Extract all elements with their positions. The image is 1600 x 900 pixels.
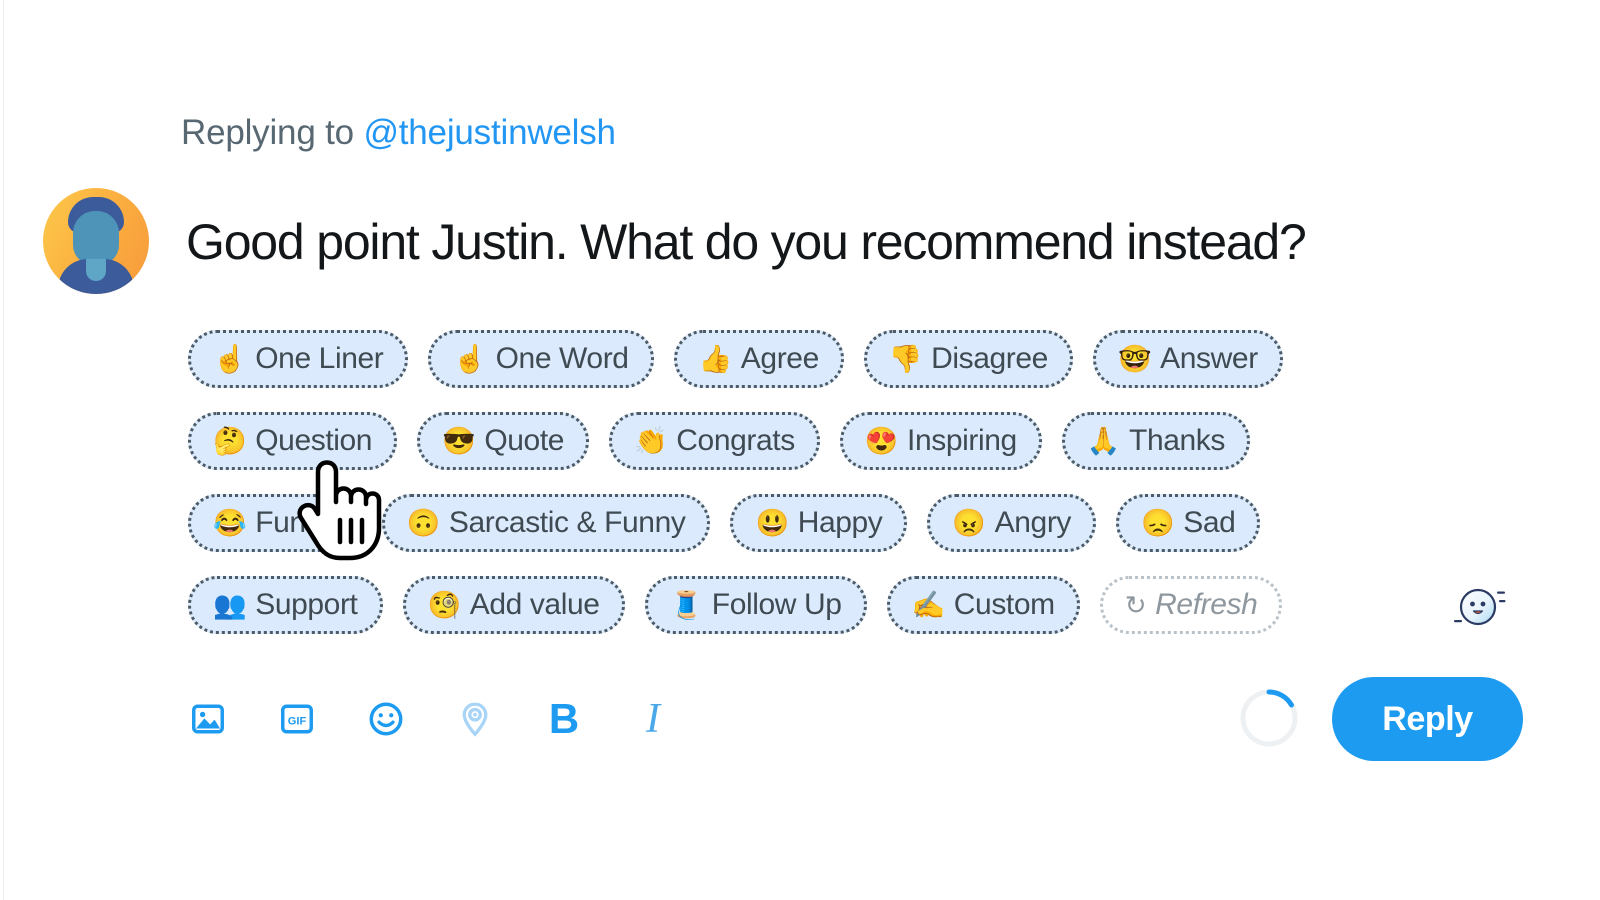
chip-support-label: Support <box>255 588 358 621</box>
chip-happy-label: Happy <box>797 506 883 539</box>
chip-quote-label: Quote <box>484 424 565 457</box>
reply-text-input[interactable]: Good point Justin. What do you recommend… <box>186 210 1307 274</box>
chip-disagree-label: Disagree <box>931 342 1048 375</box>
italic-icon[interactable]: I <box>633 696 673 742</box>
chip-refresh-emoji-icon: ↻ <box>1124 590 1147 620</box>
chip-question-emoji-icon: 🤔 <box>213 425 247 456</box>
chip-add-value-emoji-icon: 🧐 <box>427 589 462 620</box>
chip-one-liner-emoji-icon: ☝️ <box>213 343 247 374</box>
chip-quote[interactable]: 😎 Quote <box>417 412 590 470</box>
chip-funny[interactable]: 😂 Funny <box>188 494 362 552</box>
chip-agree-emoji-icon: 👍 <box>698 343 733 374</box>
chip-congrats[interactable]: 👏 Congrats <box>609 412 820 470</box>
panel-left-divider <box>3 0 4 900</box>
chip-funny-emoji-icon: 😂 <box>213 507 247 538</box>
chip-disagree[interactable]: 👎 Disagree <box>863 330 1073 388</box>
chip-inspiring-label: Inspiring <box>907 424 1017 457</box>
chip-happy[interactable]: 😃 Happy <box>730 494 908 552</box>
chip-quote-emoji-icon: 😎 <box>442 425 476 456</box>
chip-angry-label: Angry <box>994 506 1072 539</box>
chip-sarcastic-and-funny-emoji-icon: 🙃 <box>406 507 441 538</box>
location-pin-icon[interactable] <box>455 699 495 739</box>
reply-button[interactable]: Reply <box>1332 677 1523 761</box>
chip-follow-up[interactable]: 🧵 Follow Up <box>644 576 867 634</box>
chip-sad-label: Sad <box>1183 506 1236 539</box>
chip-one-word[interactable]: ☝️ One Word <box>428 330 654 388</box>
composer-toolbar: GIF B I <box>188 686 673 752</box>
suggestion-chip-row-2: 🤔 Question 😎 Quote 👏 Congrats 😍 Inspiring 🙏 Thank… <box>188 410 1418 472</box>
suggestion-chip-row-3: 😂 Funny 🙃 Sarcastic & Funny 😃 Happy 😠 Angry 😞 Sad <box>188 492 1418 554</box>
chip-custom[interactable]: ✍️ Custom <box>886 576 1080 634</box>
chip-agree-label: Agree <box>740 342 819 375</box>
chip-support-emoji-icon: 👥 <box>213 589 247 620</box>
chip-follow-up-label: Follow Up <box>711 588 842 621</box>
chip-thanks-emoji-icon: 🙏 <box>1086 425 1121 456</box>
chip-answer-label: Answer <box>1160 342 1258 375</box>
chip-answer[interactable]: 🤓 Answer <box>1092 330 1283 388</box>
chip-one-liner-label: One Liner <box>255 342 384 375</box>
chip-thanks-label: Thanks <box>1129 424 1226 457</box>
loading-spinner <box>1238 687 1300 749</box>
chip-question[interactable]: 🤔 Question <box>188 412 398 470</box>
svg-text:GIF: GIF <box>288 715 307 727</box>
chip-add-value[interactable]: 🧐 Add value <box>402 576 625 634</box>
chip-congrats-emoji-icon: 👏 <box>634 425 668 456</box>
image-icon[interactable] <box>188 699 228 739</box>
emoji-icon[interactable] <box>366 699 406 739</box>
chip-angry[interactable]: 😠 Angry <box>927 494 1097 552</box>
chip-follow-up-emoji-icon: 🧵 <box>669 589 704 620</box>
chip-happy-emoji-icon: 😃 <box>755 507 789 538</box>
chip-sad[interactable]: 😞 Sad <box>1116 494 1261 552</box>
chip-refresh[interactable]: ↻ Refresh <box>1099 576 1283 634</box>
chip-sarcastic-and-funny[interactable]: 🙃 Sarcastic & Funny <box>381 494 711 552</box>
chip-inspiring-emoji-icon: 😍 <box>864 425 899 456</box>
bold-glyph: B <box>548 695 580 742</box>
chip-sarcastic-and-funny-label: Sarcastic & Funny <box>448 506 686 539</box>
chip-add-value-label: Add value <box>469 588 600 621</box>
chip-one-liner[interactable]: ☝️ One Liner <box>188 330 409 388</box>
italic-glyph: I <box>646 696 660 742</box>
chip-funny-label: Funny <box>255 506 337 539</box>
suggestion-chip-grid: ☝️ One Liner ☝️ One Word 👍 Agree 👎 Disagree 🤓 Ans… <box>188 328 1418 656</box>
chip-angry-emoji-icon: 😠 <box>952 507 986 538</box>
chip-one-word-emoji-icon: ☝️ <box>453 343 487 374</box>
chip-thanks[interactable]: 🙏 Thanks <box>1061 412 1251 470</box>
chip-custom-emoji-icon: ✍️ <box>911 589 946 620</box>
ai-assistant-bot-icon[interactable] <box>1452 578 1508 634</box>
bold-icon[interactable]: B <box>544 695 584 742</box>
chip-answer-emoji-icon: 🤓 <box>1117 343 1152 374</box>
chip-inspiring[interactable]: 😍 Inspiring <box>839 412 1042 470</box>
user-avatar[interactable] <box>43 188 149 294</box>
chip-agree[interactable]: 👍 Agree <box>673 330 844 388</box>
chip-sad-emoji-icon: 😞 <box>1141 507 1175 538</box>
chip-question-label: Question <box>255 424 373 457</box>
suggestion-chip-row-1: ☝️ One Liner ☝️ One Word 👍 Agree 👎 Disagree 🤓 Ans… <box>188 328 1418 390</box>
suggestion-chip-row-4: 👥 Support 🧐 Add value 🧵 Follow Up ✍️ Custom ↻ Ref… <box>188 574 1418 636</box>
chip-disagree-emoji-icon: 👎 <box>888 343 923 374</box>
avatar-collar <box>86 259 106 281</box>
chip-support[interactable]: 👥 Support <box>188 576 383 634</box>
chip-congrats-label: Congrats <box>676 424 795 457</box>
avatar-portrait <box>58 197 134 294</box>
gif-icon[interactable]: GIF <box>277 699 317 739</box>
chip-refresh-label: Refresh <box>1155 588 1258 621</box>
replying-to-handle[interactable]: @thejustinwelsh <box>363 113 616 152</box>
reply-composer-panel: Replying to @thejustinwelsh Good point J… <box>0 0 1600 900</box>
replying-to-prefix: Replying to <box>181 113 364 152</box>
chip-one-word-label: One Word <box>495 342 629 375</box>
replying-to-label: Replying to @thejustinwelsh <box>181 110 616 156</box>
avatar-head <box>73 211 119 265</box>
chip-custom-label: Custom <box>953 588 1055 621</box>
